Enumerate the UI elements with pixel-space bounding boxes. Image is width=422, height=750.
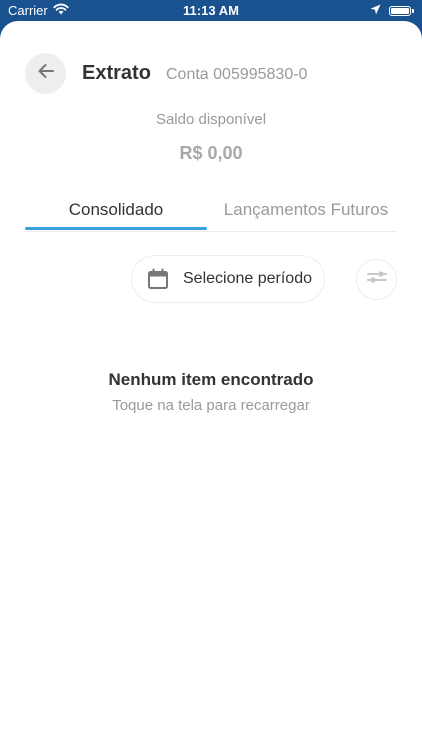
battery-tip bbox=[412, 8, 414, 13]
filter-button[interactable] bbox=[356, 259, 397, 300]
battery-icon bbox=[389, 5, 411, 16]
tab-consolidado[interactable]: Consolidado bbox=[25, 191, 207, 228]
account-number: Conta 005995830-0 bbox=[166, 66, 308, 83]
status-time: 11:13 AM bbox=[183, 3, 239, 18]
empty-state-subtitle[interactable]: Toque na tela para recarregar bbox=[0, 397, 422, 414]
tab-lancamentos-futuros[interactable]: Lançamentos Futuros bbox=[215, 191, 397, 228]
active-tab-indicator bbox=[25, 227, 207, 230]
balance-value: R$ 0,00 bbox=[179, 143, 243, 163]
status-right bbox=[370, 3, 414, 18]
empty-state-title: Nenhum item encontrado bbox=[108, 370, 314, 389]
status-bar: Carrier 11:13 AM bbox=[0, 0, 422, 22]
tab-bar: Consolidado Lançamentos Futuros bbox=[25, 191, 397, 232]
balance-label: Saldo disponível bbox=[155, 111, 267, 128]
location-arrow-icon bbox=[370, 3, 381, 18]
back-button[interactable] bbox=[25, 53, 66, 94]
arrow-left-icon bbox=[36, 61, 56, 86]
period-selector-label: Selecione período bbox=[183, 270, 312, 287]
page-title: Extrato bbox=[82, 62, 151, 84]
statement-sheet[interactable]: Extrato Conta 005995830-0 Saldo disponív… bbox=[0, 21, 422, 750]
sliders-icon bbox=[366, 268, 388, 291]
period-selector-button[interactable]: Selecione período bbox=[131, 255, 325, 303]
calendar-icon bbox=[147, 268, 169, 290]
